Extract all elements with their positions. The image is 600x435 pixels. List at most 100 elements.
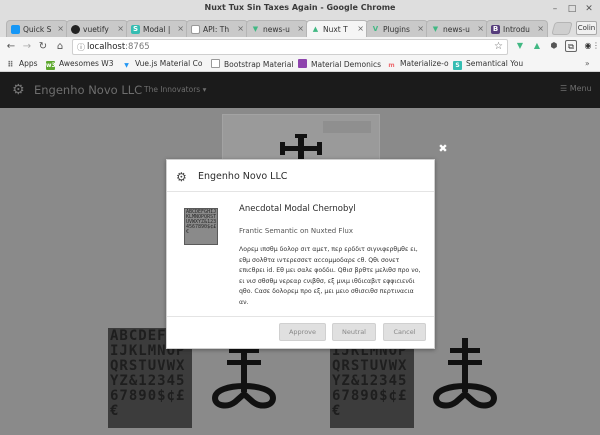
extension-icon[interactable]: ⬢: [548, 40, 560, 52]
modal-dialog: ⚙ Engenho Novo LLC ABCDEFGHIJKLMNOPQRSTU…: [166, 159, 435, 349]
maximize-button[interactable]: □: [565, 2, 579, 16]
bookmark-label: Bootstrap Material: [224, 60, 294, 69]
tab-close-icon[interactable]: ×: [177, 24, 184, 33]
tab-close-icon[interactable]: ×: [537, 24, 544, 33]
tab-quick[interactable]: Quick S ×: [6, 20, 68, 37]
bookmark-materialize[interactable]: m Materialize-o: [387, 59, 448, 70]
nuxt-extension-icon[interactable]: ▲: [531, 40, 543, 52]
app-brand[interactable]: Engenho Novo LLC: [34, 83, 142, 97]
tab-label: Plugins: [383, 25, 410, 34]
address-host: localhost: [87, 42, 126, 52]
bookmark-semantical-you[interactable]: S Semantical You: [453, 59, 523, 70]
bookmark-bootstrap-material[interactable]: Bootstrap Material: [211, 59, 293, 70]
tab-close-icon[interactable]: ×: [297, 24, 304, 33]
github-icon: [71, 25, 80, 34]
nuxt-icon: ▲: [312, 25, 319, 33]
tab-label: API: Th: [203, 25, 230, 34]
page-icon: [211, 59, 220, 68]
tab-label: Quick S: [23, 25, 52, 34]
bookmark-label: Apps: [19, 59, 38, 68]
profile-button[interactable]: Colin: [576, 21, 597, 35]
vue-icon: ▼: [252, 25, 259, 33]
address-bar[interactable]: ⓘ localhost:8765 ☆: [72, 39, 508, 55]
vue-material-icon: ▼: [124, 62, 129, 69]
bookmarks-overflow-icon[interactable]: »: [585, 59, 590, 70]
bookmark-material-demonics[interactable]: Material Demonics: [298, 59, 381, 70]
address-port: :8765: [125, 42, 150, 52]
bookmarks-bar: ⠿ Apps w3 Awesomes W3 ▼ Vue.js Material Co …: [0, 57, 600, 72]
screenshot-extension-icon[interactable]: ⧉: [565, 40, 577, 52]
tab-close-icon[interactable]: ×: [477, 24, 484, 33]
vue-devtools-icon[interactable]: ▼: [514, 40, 526, 52]
home-icon[interactable]: ⌂: [53, 40, 67, 54]
semantic-icon: S: [453, 61, 462, 70]
browser-toolbar: ← → ↻ ⌂ ⓘ localhost:8765 ☆ ▼ ▲ ⬢ ⧉ ◉ ⋮: [0, 37, 600, 57]
tab-close-icon[interactable]: ×: [237, 24, 244, 33]
new-tab-button[interactable]: [551, 22, 573, 35]
address-text[interactable]: localhost:8765: [87, 42, 150, 52]
neutral-button[interactable]: Neutral: [332, 323, 376, 341]
bookmark-apps[interactable]: ⠿ Apps: [6, 59, 38, 70]
tab-label: Introdu: [503, 25, 530, 34]
tab-introduction[interactable]: B Introdu ×: [486, 20, 548, 37]
app-navbar: ⚙ Engenho Novo LLC The Innovators ▾ ☰ Me…: [0, 72, 600, 108]
tab-plugins[interactable]: V Plugins ×: [366, 20, 428, 37]
hamburger-icon: ☰: [560, 84, 568, 93]
modal-description-text: Λορεμ ιπσθμ δολορ σιτ αμετ, περ ερδδιτ σ…: [239, 246, 421, 306]
bookmark-label: Vue.js Material Co: [135, 59, 203, 68]
modal-subtitle: Frantic Semantic on Nuxted Flux: [239, 227, 353, 235]
chrome-menu-icon[interactable]: ⋮: [592, 40, 600, 52]
bookmark-label: Material Demonics: [311, 60, 382, 69]
vue-icon: ▼: [432, 25, 439, 33]
window-titlebar: Nuxt Tux Sin Taxes Again - Google Chrome…: [0, 0, 600, 18]
bootstrap-icon: B: [491, 25, 500, 34]
menu-button[interactable]: ☰ Menu: [560, 84, 592, 93]
bookmark-label: Awesomes W3: [59, 59, 114, 68]
tab-news-u-1[interactable]: ▼ news-u ×: [246, 20, 308, 37]
modal-description-title: Anecdotal Modal Chernobyl: [239, 204, 356, 214]
tab-vuetify-github[interactable]: vuetify ×: [66, 20, 128, 37]
gears-icon: ⚙: [12, 82, 25, 98]
dropdown-label: The Innovators: [144, 85, 201, 94]
gears-icon: ⚙: [176, 170, 187, 184]
cancel-button[interactable]: Cancel: [383, 323, 426, 341]
forward-arrow-icon[interactable]: →: [20, 40, 34, 54]
background-card-button: [323, 121, 371, 133]
modal-header-title: Engenho Novo LLC: [198, 171, 288, 182]
tab-label: Modal |: [143, 25, 171, 34]
modal-close-icon[interactable]: ✖: [437, 143, 449, 155]
tab-nuxt-active[interactable]: ▲ Nuxt T ×: [306, 20, 368, 38]
tab-close-icon[interactable]: ×: [357, 24, 364, 33]
bookmark-awesome-w3[interactable]: w3 Awesomes W3: [46, 59, 113, 70]
menu-label: Menu: [569, 84, 592, 93]
approve-button[interactable]: Approve: [279, 323, 326, 341]
semantic-icon: S: [131, 25, 140, 34]
info-icon[interactable]: ⓘ: [77, 42, 85, 53]
awesome-icon: w3: [46, 61, 56, 70]
material-icon: [298, 59, 307, 68]
reload-icon[interactable]: ↻: [36, 40, 50, 54]
caret-down-icon: ▾: [202, 85, 207, 94]
modal-image-letters: ABCDEFGHIJKLMNOPQRSTUVWXYZ&1234567890$¢£…: [186, 209, 217, 235]
tab-news-u-2[interactable]: ▼ news-u ×: [426, 20, 488, 37]
tab-close-icon[interactable]: ×: [417, 24, 424, 33]
tab-label: vuetify: [83, 25, 109, 34]
apps-grid-icon: ⠿: [7, 60, 14, 69]
back-arrow-icon[interactable]: ←: [4, 40, 18, 54]
innovators-dropdown[interactable]: The Innovators ▾: [144, 85, 206, 94]
close-window-button[interactable]: ✕: [582, 2, 596, 16]
tab-label: news-u: [443, 25, 470, 34]
tab-api[interactable]: API: Th ×: [186, 20, 248, 37]
bookmark-vue-material[interactable]: ▼ Vue.js Material Co: [122, 59, 202, 70]
vuetify-icon: [11, 25, 20, 34]
page-icon: [191, 25, 200, 34]
tab-modal[interactable]: S Modal | ×: [126, 20, 188, 37]
tab-label: Nuxt T: [323, 25, 348, 34]
tab-close-icon[interactable]: ×: [117, 24, 124, 33]
leviathan-cross-icon: [432, 338, 498, 409]
bookmark-star-icon[interactable]: ☆: [494, 41, 503, 52]
vuetify-icon: V: [372, 25, 379, 33]
modal-image: ABCDEFGHIJKLMNOPQRSTUVWXYZ&1234567890$¢£…: [184, 208, 218, 245]
minimize-button[interactable]: –: [548, 2, 562, 16]
tab-close-icon[interactable]: ×: [57, 24, 64, 33]
